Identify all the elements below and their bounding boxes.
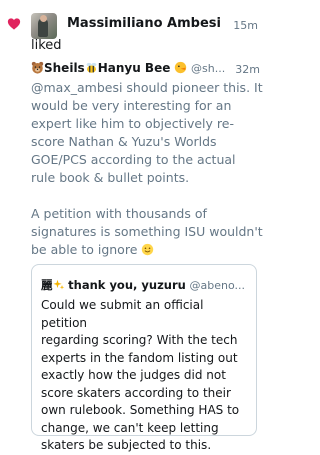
quoted-author-name: thank you, yuzuru (68, 278, 186, 292)
tweet-author-handle: @sh... (191, 62, 226, 75)
bear-icon (31, 61, 44, 74)
tweet-text: @max_ambesi should pioneer this. It woul… (31, 79, 263, 259)
actor-name[interactable]: Massimiliano Ambesi (67, 16, 221, 31)
tweet-body: @max_ambesi should pioneer this. It woul… (31, 80, 263, 257)
tweet-header[interactable]: Sheils Hanyu Bee @sh... 32m (31, 61, 260, 76)
avatar[interactable] (31, 13, 57, 39)
notification-timestamp[interactable]: 15m (233, 19, 258, 32)
smiley-icon (142, 243, 154, 256)
tweet-timestamp[interactable]: 32m (235, 63, 260, 76)
tweet-author-name: Sheils (44, 61, 85, 75)
duck-icon (175, 61, 187, 74)
sparkles-icon (52, 279, 64, 290)
quoted-author-handle: @abeno... (189, 279, 245, 292)
quoted-tweet-header: 麗 thank you, yuzuru @abeno... (41, 277, 253, 293)
notification-action: liked (31, 38, 62, 53)
bee-icon (86, 62, 97, 73)
quoted-tweet[interactable]: 麗 thank you, yuzuru @abeno... Could we s… (31, 264, 257, 452)
quoted-author-prefix: 麗 (41, 278, 53, 292)
heart-icon (7, 18, 21, 30)
tweet-author-name-2: Hanyu Bee (97, 61, 171, 75)
quoted-tweet-text: Could we submit an official petition reg… (41, 298, 240, 452)
